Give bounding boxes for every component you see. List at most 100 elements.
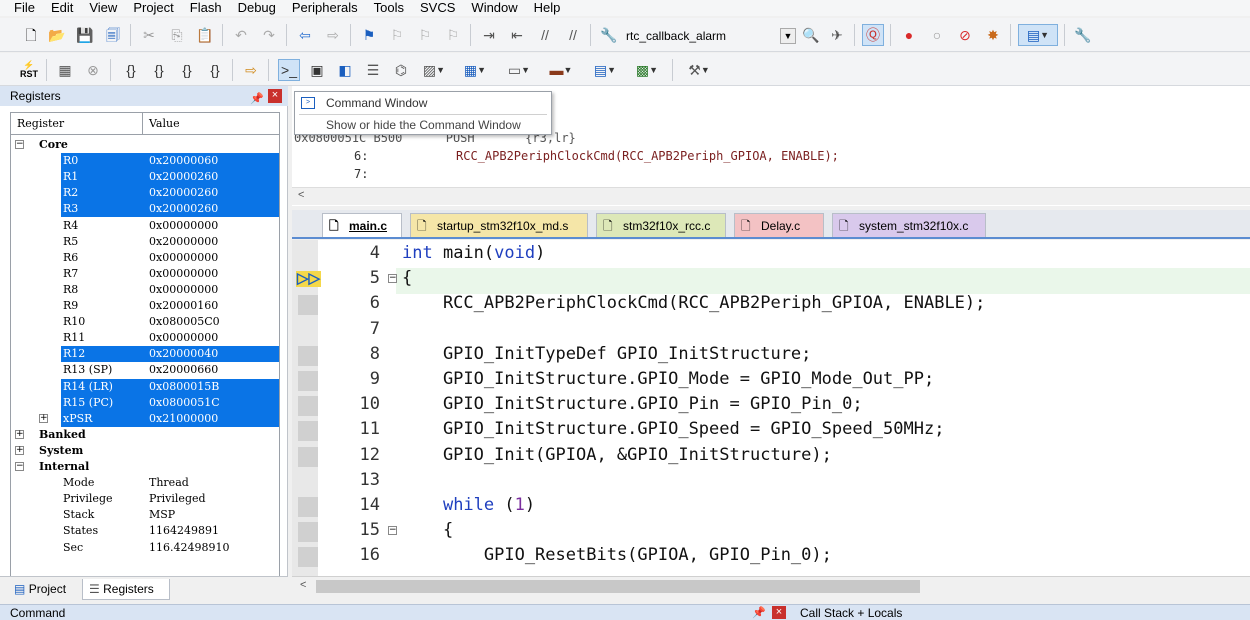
memory-windows-icon[interactable]: ▦ ▼ xyxy=(456,59,494,81)
register-row[interactable]: R0 0x20000060 xyxy=(11,153,279,170)
navigate-forward-icon[interactable]: ⇨ xyxy=(322,24,344,46)
group-internal[interactable]: Internal xyxy=(39,459,89,475)
find-in-files-icon[interactable]: 🔧 xyxy=(598,24,620,46)
configure-icon[interactable]: 🔧 xyxy=(1072,24,1094,46)
register-value[interactable]: 0x00000000 xyxy=(149,250,218,266)
next-bookmark-icon[interactable]: ⚐ xyxy=(414,24,436,46)
menu-peripherals[interactable]: Peripherals xyxy=(284,1,366,15)
register-value[interactable]: 0x00000000 xyxy=(149,282,218,298)
call-stack-window-icon[interactable]: ⌬ xyxy=(390,59,412,81)
symbols-window-icon[interactable]: ◧ xyxy=(334,59,356,81)
expand-icon[interactable]: + xyxy=(39,413,48,423)
register-value[interactable]: 0x20000160 xyxy=(149,298,218,314)
tab-project[interactable]: ▤ Project xyxy=(8,579,78,600)
register-row[interactable]: R9 0x20000160 xyxy=(11,298,279,314)
register-row[interactable]: R13 (SP) 0x20000660 xyxy=(11,362,279,378)
register-row[interactable]: R4 0x00000000 xyxy=(11,218,279,234)
editor-tab[interactable]: 🗋 Delay.c xyxy=(734,213,824,237)
menu-edit[interactable]: Edit xyxy=(43,1,81,15)
register-value[interactable]: 0x00000000 xyxy=(149,330,218,346)
window-layout-icon[interactable]: ▤ ▼ xyxy=(1018,24,1058,46)
group-system[interactable]: System xyxy=(39,443,83,459)
register-row[interactable]: R14 (LR) 0x0800015B xyxy=(11,378,279,395)
run-icon[interactable]: ▦ xyxy=(54,59,76,81)
breakpoint-margin-marker[interactable] xyxy=(298,497,318,517)
new-file-icon[interactable]: 🗋 xyxy=(20,24,42,46)
collapse-icon[interactable]: − xyxy=(15,462,24,471)
register-value[interactable]: 0x20000660 xyxy=(149,362,218,378)
fold-icon[interactable]: − xyxy=(388,526,397,536)
register-row[interactable]: R10 0x080005C0 xyxy=(11,314,279,330)
pin-icon[interactable]: 📌 xyxy=(752,606,766,619)
register-value[interactable]: 0x21000000 xyxy=(149,411,218,427)
editor-tab[interactable]: 🗋 system_stm32f10x.c xyxy=(832,213,986,237)
expand-icon[interactable]: + xyxy=(15,445,24,455)
save-icon[interactable]: 💾 xyxy=(74,24,96,46)
step-out-icon[interactable]: {} xyxy=(176,59,198,81)
editor-gutter[interactable] xyxy=(292,240,318,576)
code-line[interactable]: GPIO_Init(GPIOA, &GPIO_InitStructure); xyxy=(402,445,832,465)
register-row[interactable]: R8 0x00000000 xyxy=(11,282,279,298)
disable-breakpoints-icon[interactable]: ⊘ xyxy=(954,24,976,46)
comment-icon[interactable]: // xyxy=(534,24,556,46)
column-value[interactable]: Value xyxy=(143,113,180,134)
register-value[interactable]: 0x20000000 xyxy=(149,234,218,250)
disassembly-window-icon[interactable]: ▣ xyxy=(306,59,328,81)
register-value[interactable]: 0x20000040 xyxy=(149,346,218,362)
breakpoint-margin-marker[interactable] xyxy=(298,345,318,366)
register-row[interactable]: R6 0x00000000 xyxy=(11,250,279,266)
debug-session-icon[interactable]: Ⓠ xyxy=(862,24,884,46)
unindent-icon[interactable]: ⇤ xyxy=(506,24,528,46)
enable-breakpoint-icon[interactable]: ○ xyxy=(926,24,948,46)
step-into-icon[interactable]: {} xyxy=(120,59,142,81)
insert-breakpoint-icon[interactable]: ● xyxy=(898,24,920,46)
register-row[interactable]: Mode Thread xyxy=(11,475,279,491)
analysis-windows-icon[interactable]: ▬ ▼ xyxy=(542,59,580,81)
group-core[interactable]: Core xyxy=(39,137,68,153)
scrollbar-thumb[interactable] xyxy=(316,580,920,593)
breakpoint-margin-marker[interactable] xyxy=(298,522,318,543)
menu-window[interactable]: Window xyxy=(463,1,525,15)
register-row[interactable]: Sec 116.42498910 xyxy=(11,540,279,556)
pin-icon[interactable]: 📌 xyxy=(250,89,264,109)
code-line[interactable]: GPIO_InitTypeDef GPIO_InitStructure; xyxy=(402,344,811,364)
incremental-find-icon[interactable]: ✈ xyxy=(826,24,848,46)
prev-bookmark-icon[interactable]: ⚐ xyxy=(386,24,408,46)
cut-icon[interactable]: ✂ xyxy=(138,24,160,46)
step-over-icon[interactable]: {} xyxy=(148,59,170,81)
breakpoint-margin-marker[interactable] xyxy=(298,421,318,442)
register-value[interactable]: 0x20000260 xyxy=(149,169,218,185)
register-row[interactable]: States 1164249891 xyxy=(11,523,279,539)
menu-debug[interactable]: Debug xyxy=(230,1,284,15)
uncomment-icon[interactable]: // xyxy=(562,24,584,46)
command-window-icon[interactable]: >_ xyxy=(278,59,300,81)
run-to-cursor-icon[interactable]: {} xyxy=(204,59,226,81)
kill-breakpoints-icon[interactable]: ✸ xyxy=(982,24,1004,46)
close-icon[interactable]: × xyxy=(772,606,786,619)
code-line[interactable]: int main(void) xyxy=(402,243,545,263)
code-line[interactable]: RCC_APB2PeriphClockCmd(RCC_APB2Periph_GP… xyxy=(402,293,985,313)
expand-icon[interactable]: + xyxy=(15,429,24,439)
tab-registers[interactable]: ☰ Registers xyxy=(82,579,170,600)
close-icon[interactable]: × xyxy=(268,89,282,103)
breakpoint-margin-marker[interactable] xyxy=(298,547,318,568)
register-row[interactable]: xPSR 0x21000000 + xyxy=(11,410,279,427)
register-value[interactable]: 0x00000000 xyxy=(149,266,218,282)
breakpoint-margin-marker[interactable] xyxy=(298,295,318,316)
toolbox-icon[interactable]: ⚒ ▼ xyxy=(680,59,718,81)
breakpoint-margin-marker[interactable] xyxy=(298,396,318,417)
register-row[interactable]: R2 0x20000260 xyxy=(11,185,279,202)
editor-hscrollbar[interactable]: < xyxy=(292,576,1250,596)
register-value[interactable]: 0x00000000 xyxy=(149,218,218,234)
undo-icon[interactable]: ↶ xyxy=(230,24,252,46)
menu-flash[interactable]: Flash xyxy=(182,1,230,15)
system-viewer-icon[interactable]: ▩ ▼ xyxy=(628,59,666,81)
target-select[interactable]: rtc_callback_alarm ▼ xyxy=(626,26,796,46)
registers-window-icon[interactable]: ☰ xyxy=(362,59,384,81)
register-value[interactable]: 0x080005C0 xyxy=(149,314,220,330)
register-row[interactable]: R7 0x00000000 xyxy=(11,266,279,282)
paste-icon[interactable]: 📋 xyxy=(194,24,216,46)
register-row[interactable]: R1 0x20000260 xyxy=(11,169,279,186)
code-line[interactable]: GPIO_InitStructure.GPIO_Speed = GPIO_Spe… xyxy=(402,419,945,439)
register-row[interactable]: R3 0x20000260 xyxy=(11,201,279,218)
